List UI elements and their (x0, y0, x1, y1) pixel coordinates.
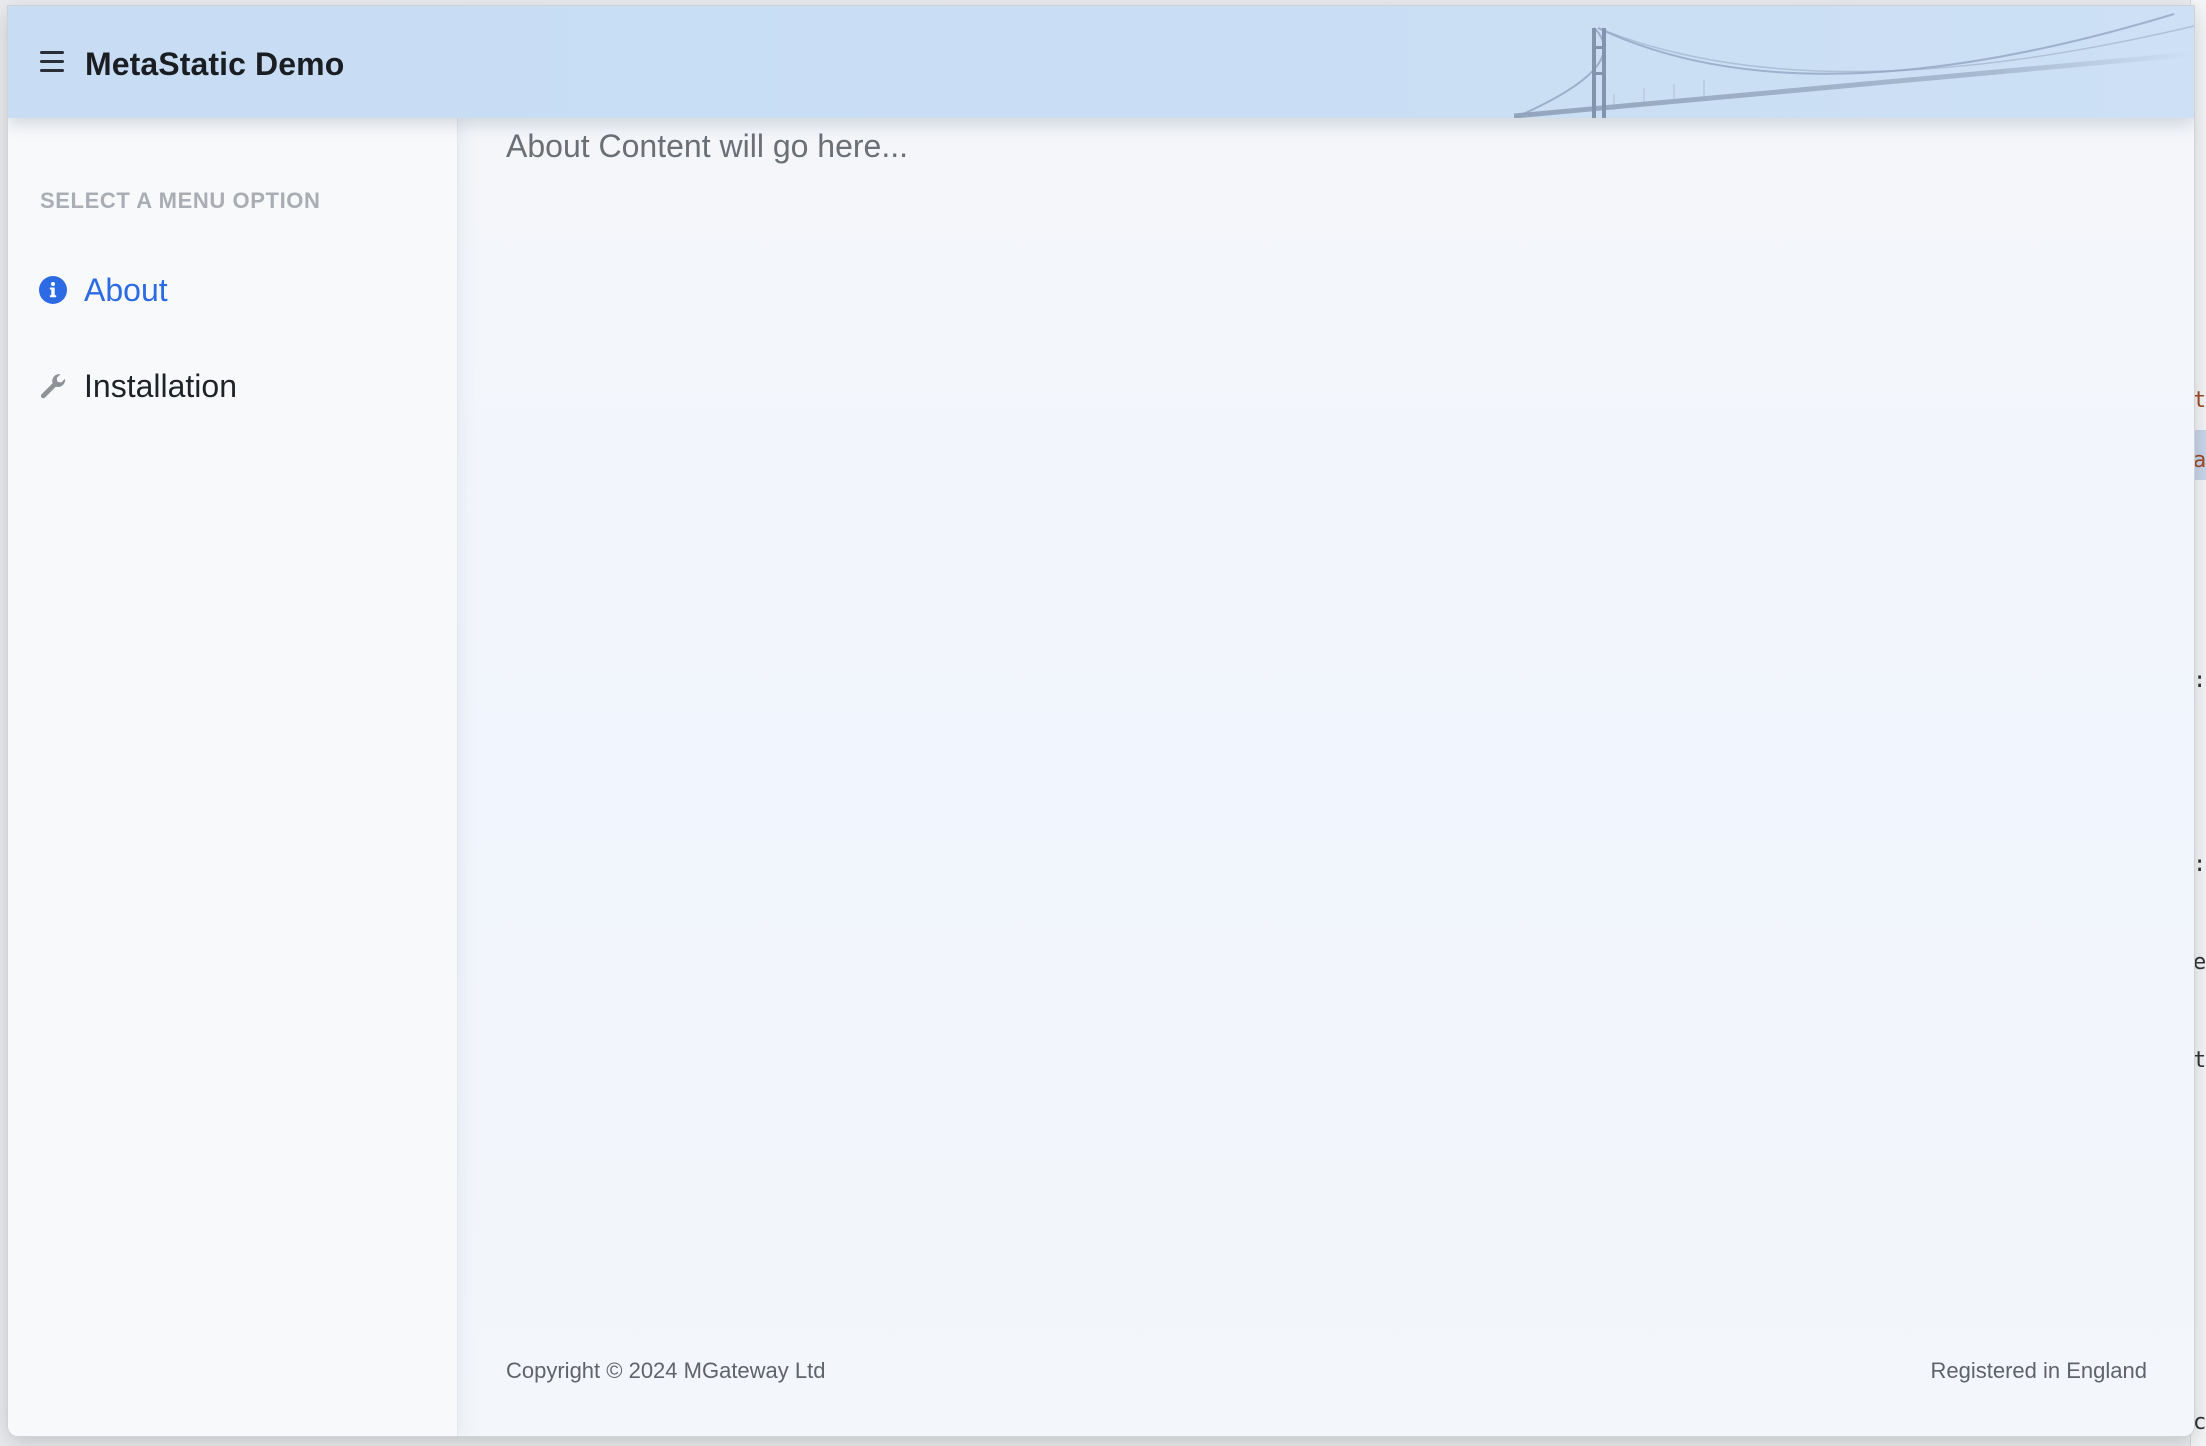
footer-copyright: Copyright © 2024 MGateway Ltd (506, 1358, 826, 1383)
bridge-illustration-icon (1514, 13, 2194, 118)
app-title: MetaStatic Demo (85, 46, 345, 82)
sidebar-item-about[interactable]: About (38, 266, 168, 314)
background-window-text-fragment: t (2193, 388, 2206, 413)
sidebar: SELECT A MENU OPTION About Installation (8, 118, 458, 1436)
content-text: About Content will go here... (506, 128, 909, 164)
background-window-text-fragment: e (2193, 950, 2206, 975)
background-window-text-fragment: : (2193, 668, 2206, 693)
background-window-text-fragment: : (2193, 852, 2206, 877)
sidebar-heading: SELECT A MENU OPTION (40, 188, 321, 213)
info-circle-icon (38, 275, 68, 305)
sidebar-item-installation[interactable]: Installation (38, 362, 237, 410)
wrench-icon (38, 371, 68, 401)
sidebar-item-label: About (84, 271, 168, 308)
app-header: MetaStatic Demo (8, 6, 2194, 118)
background-window-text-fragment: a (2193, 448, 2206, 473)
footer-registration: Registered in England (1930, 1358, 2147, 1383)
background-window-text-fragment: c (2193, 1410, 2206, 1435)
background-window-text-fragment: t (2193, 1048, 2206, 1073)
app-window: MetaStatic Demo SELECT A MENU OPTION Abo… (8, 6, 2194, 1436)
hamburger-menu-icon[interactable] (40, 50, 66, 74)
sidebar-item-label: Installation (84, 367, 237, 404)
main-content: About Content will go here... Copyright … (459, 118, 2194, 1436)
